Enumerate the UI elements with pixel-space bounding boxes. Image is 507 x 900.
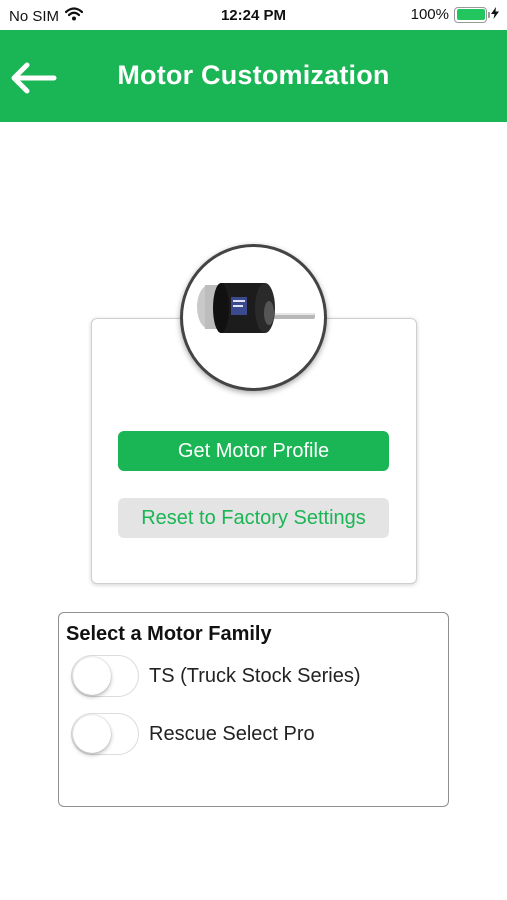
get-motor-profile-button[interactable]: Get Motor Profile bbox=[118, 431, 389, 471]
motor-family-panel: Select a Motor Family TS (Truck Stock Se… bbox=[58, 612, 449, 807]
rescue-select-pro-option-label: Rescue Select Pro bbox=[149, 722, 315, 745]
motor-family-option-ts: TS (Truck Stock Series) bbox=[71, 654, 441, 698]
back-button[interactable] bbox=[8, 60, 58, 96]
reset-factory-settings-button[interactable]: Reset to Factory Settings bbox=[118, 498, 389, 538]
page-title: Motor Customization bbox=[117, 60, 390, 90]
battery-icon bbox=[454, 6, 490, 23]
motor-photo bbox=[180, 244, 327, 391]
rescue-select-pro-toggle-switch[interactable] bbox=[71, 713, 139, 755]
toggle-knob bbox=[73, 657, 111, 695]
ts-option-label: TS (Truck Stock Series) bbox=[149, 664, 361, 687]
status-bar: No SIM 12:24 PM 100% bbox=[0, 0, 507, 30]
ts-toggle-switch[interactable] bbox=[71, 655, 139, 697]
charging-bolt-icon bbox=[491, 7, 499, 22]
toggle-knob bbox=[73, 715, 111, 753]
nav-bar: Motor Customization bbox=[0, 30, 507, 122]
battery-percent: 100% bbox=[410, 6, 449, 23]
motor-family-title: Select a Motor Family bbox=[66, 623, 272, 645]
motor-family-option-rescue-select-pro: Rescue Select Pro bbox=[71, 712, 441, 756]
battery-indicator: 100% bbox=[411, 6, 499, 23]
back-arrow-icon bbox=[11, 62, 57, 94]
